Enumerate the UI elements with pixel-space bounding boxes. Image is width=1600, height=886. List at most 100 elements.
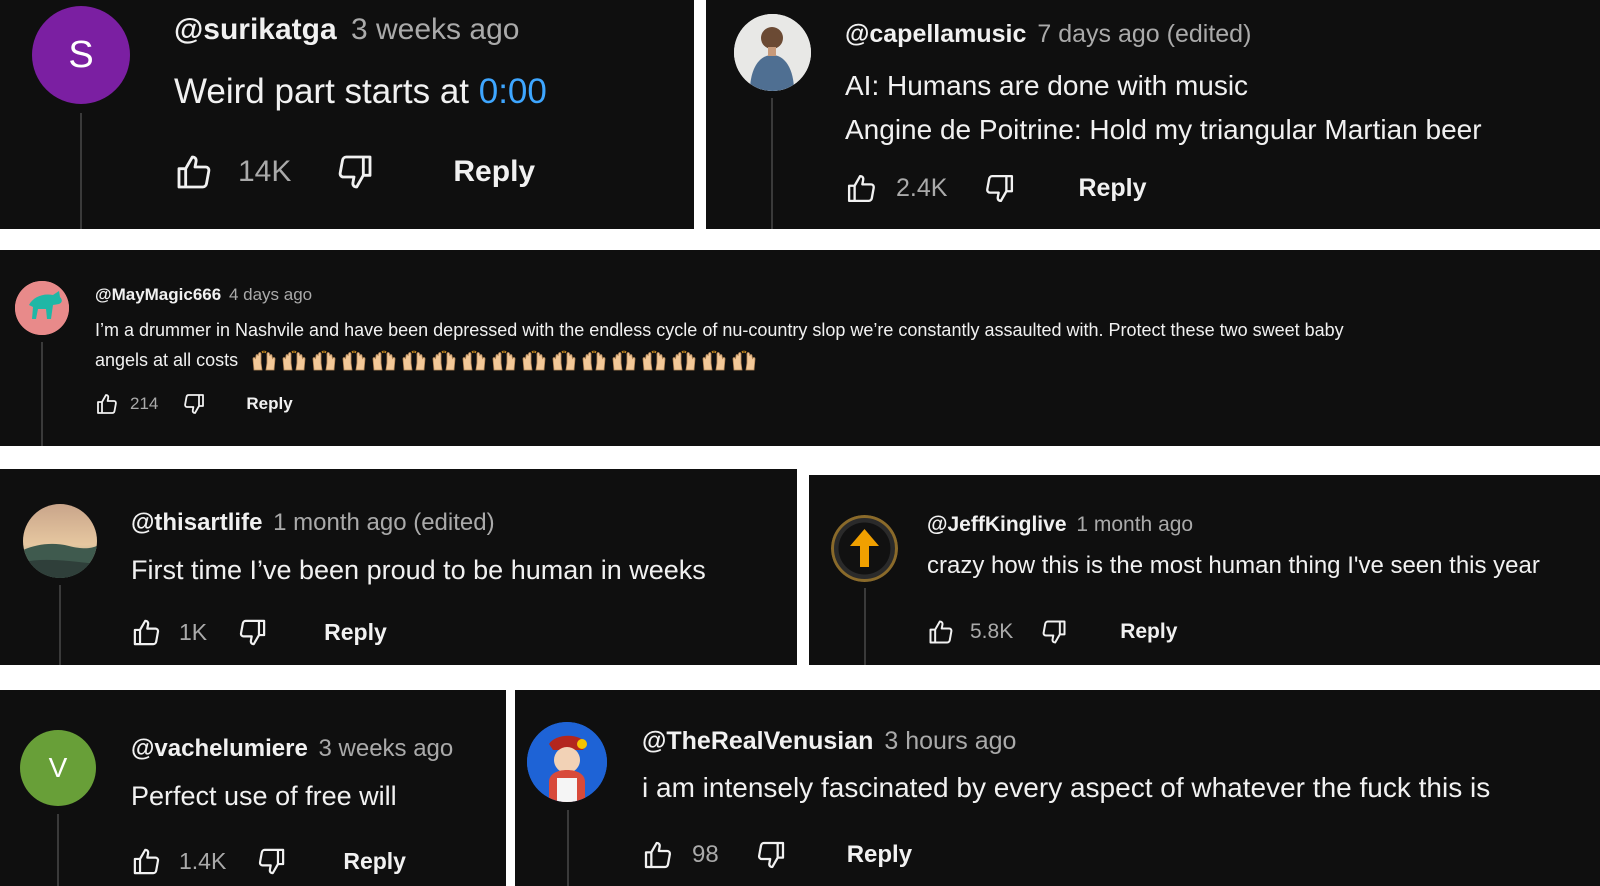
comment-actions: 98 Reply (642, 837, 912, 873)
like-count: 2.4K (896, 173, 948, 202)
raising-hands-emoji (371, 350, 397, 372)
thumbs-down-icon[interactable] (256, 846, 287, 877)
thumbs-down-icon[interactable] (237, 617, 268, 648)
timestamp-link[interactable]: 0:00 (479, 72, 547, 111)
comment-text-prefix: Weird part starts at (174, 72, 479, 111)
thread-line (80, 113, 82, 229)
comment-header: @thisartlife 1 month ago (edited) (131, 509, 495, 537)
comment-text: Perfect use of free will (131, 781, 397, 812)
comment-header: @JeffKinglive 1 month ago (927, 513, 1193, 537)
timestamp[interactable]: 3 weeks ago (319, 735, 454, 762)
thread-line (771, 98, 773, 229)
comment-line: angels at all costs (95, 345, 1344, 375)
avatar[interactable] (734, 14, 811, 91)
avatar[interactable] (527, 722, 607, 802)
reply-button[interactable]: Reply (453, 155, 535, 189)
reply-button[interactable]: Reply (847, 841, 912, 869)
avatar[interactable] (831, 515, 898, 582)
raising-hands-emoji (551, 350, 577, 372)
comment-card: @TheRealVenusian 3 hours ago i am intens… (515, 690, 1600, 886)
username[interactable]: @capellamusic (845, 20, 1026, 48)
like-count: 1.4K (179, 847, 227, 874)
username[interactable]: @vachelumiere (131, 735, 308, 762)
timestamp[interactable]: 4 days ago (229, 285, 312, 304)
thumbs-down-icon[interactable] (983, 172, 1016, 205)
raising-hands-emoji (581, 350, 607, 372)
thread-line (567, 810, 569, 886)
raising-hands-emoji (461, 350, 487, 372)
comment-card: @JeffKinglive 1 month ago crazy how this… (809, 475, 1600, 665)
comment-actions: 2.4K Reply (845, 170, 1147, 206)
thumbs-down-icon[interactable] (182, 392, 206, 416)
reply-button[interactable]: Reply (1078, 174, 1146, 203)
username[interactable]: @surikatga (174, 13, 337, 46)
username[interactable]: @thisartlife (131, 509, 262, 536)
timestamp[interactable]: 1 month ago (edited) (273, 509, 494, 536)
comment-card: @thisartlife 1 month ago (edited) First … (0, 469, 797, 665)
raising-hands-emoji (401, 350, 427, 372)
avatar[interactable] (23, 504, 97, 578)
timestamp[interactable]: 3 weeks ago (351, 13, 519, 46)
username[interactable]: @MayMagic666 (95, 285, 221, 304)
thumbs-up-icon[interactable] (131, 846, 162, 877)
comment-line: Angine de Poitrine: Hold my triangular M… (845, 114, 1482, 145)
like-count: 5.8K (970, 620, 1014, 643)
comment-actions: 5.8K Reply (927, 617, 1177, 647)
like-count: 1K (179, 618, 208, 645)
comment-line: crazy how this is the most human thing I… (927, 552, 1540, 579)
raising-hands-emoji (521, 350, 547, 372)
comment-card: @MayMagic666 4 days ago I’m a drummer in… (0, 250, 1600, 446)
thread-line (864, 588, 866, 665)
teal-horse-avatar (15, 281, 69, 335)
comment-card: S @surikatga 3 weeks ago Weird part star… (0, 0, 694, 229)
thumbs-up-icon[interactable] (845, 172, 878, 205)
reply-button[interactable]: Reply (343, 848, 406, 875)
like-count: 14K (238, 155, 292, 188)
timestamp[interactable]: 3 hours ago (884, 727, 1016, 755)
username[interactable]: @JeffKinglive (927, 513, 1067, 536)
reply-button[interactable]: Reply (324, 619, 387, 646)
thumbs-down-icon[interactable] (335, 152, 375, 192)
comment-actions: 1.4K Reply (131, 844, 406, 878)
comment-header: @capellamusic 7 days ago (edited) (845, 20, 1251, 49)
raising-hands-emoji (311, 350, 337, 372)
raising-hands-emoji (281, 350, 307, 372)
up-arrow-avatar (831, 515, 898, 582)
avatar[interactable] (15, 281, 69, 335)
username[interactable]: @TheRealVenusian (642, 727, 873, 755)
comment-header: @MayMagic666 4 days ago (95, 285, 312, 305)
reply-button[interactable]: Reply (1120, 620, 1177, 644)
avatar[interactable]: V (20, 730, 96, 806)
raising-hands-emoji (671, 350, 697, 372)
comment-line: I’m a drummer in Nashvile and have been … (95, 320, 1344, 340)
comment-text: First time I’ve been proud to be human i… (131, 555, 706, 586)
timestamp[interactable]: 7 days ago (edited) (1037, 20, 1251, 48)
comment-text: crazy how this is the most human thing I… (927, 552, 1540, 580)
comment-actions: 14K Reply (174, 150, 535, 194)
landscape-photo-avatar (23, 504, 97, 578)
avatar[interactable]: S (32, 6, 130, 104)
comment-line: Perfect use of free will (131, 781, 397, 811)
thumbs-up-icon[interactable] (95, 392, 119, 416)
raising-hands-emoji (251, 350, 277, 372)
timestamp[interactable]: 1 month ago (1076, 513, 1193, 536)
comment-text: Weird part starts at 0:00 (174, 72, 547, 112)
thumbs-up-icon[interactable] (131, 617, 162, 648)
comment-actions: 214 Reply (95, 390, 293, 418)
comment-header: @vachelumiere 3 weeks ago (131, 735, 453, 763)
thumbs-up-icon[interactable] (927, 618, 955, 646)
raising-hands-emoji (731, 350, 757, 372)
comment-card: V @vachelumiere 3 weeks ago Perfect use … (0, 690, 506, 886)
comment-text: I’m a drummer in Nashvile and have been … (95, 315, 1344, 375)
thumbs-down-icon[interactable] (1040, 618, 1068, 646)
thumbs-up-icon[interactable] (642, 839, 674, 871)
comment-line: i am intensely fascinated by every aspec… (642, 772, 1491, 803)
reply-button[interactable]: Reply (246, 394, 292, 414)
thumbs-down-icon[interactable] (755, 839, 787, 871)
avatar-letter: S (68, 33, 94, 76)
comment-card: @capellamusic 7 days ago (edited) AI: Hu… (706, 0, 1600, 229)
emoji-row (243, 350, 757, 372)
comment-text: AI: Humans are done with music Angine de… (845, 64, 1482, 152)
thumbs-up-icon[interactable] (174, 152, 214, 192)
raising-hands-emoji (491, 350, 517, 372)
